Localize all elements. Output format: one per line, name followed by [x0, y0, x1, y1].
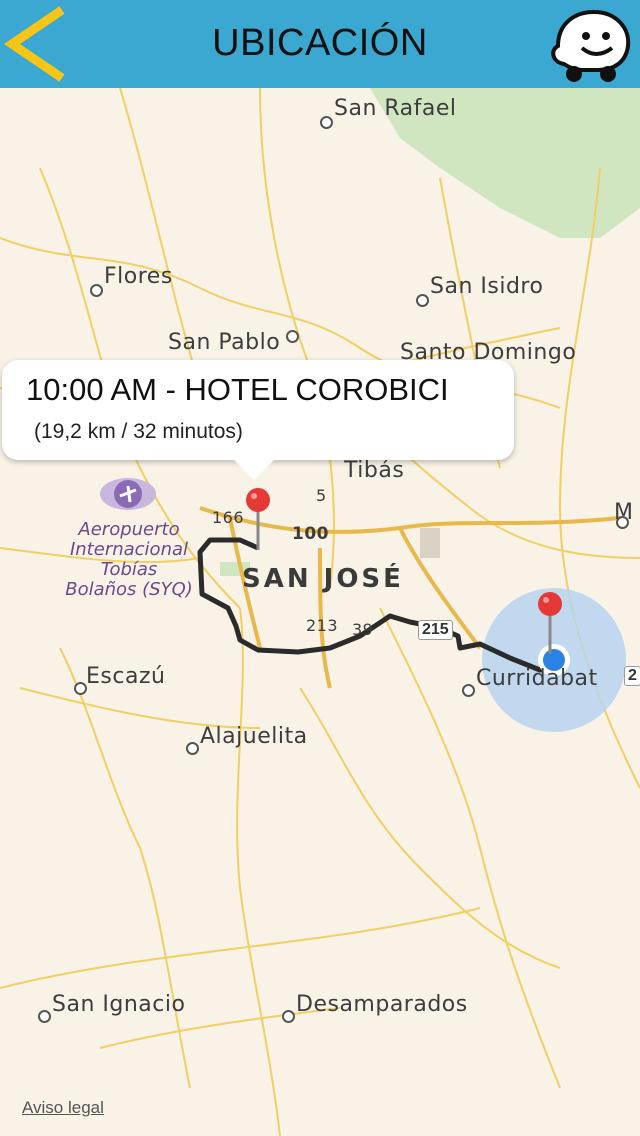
- road-label-166: 166: [212, 508, 245, 527]
- road-badge-2: 2: [624, 666, 640, 686]
- route-callout[interactable]: 10:00 AM - HOTEL COROBICI (19,2 km / 32 …: [2, 360, 514, 480]
- road-label-5: 5: [316, 486, 327, 505]
- road-label-213: 213: [306, 616, 339, 635]
- edge-place-dot: [616, 516, 629, 529]
- airport-label: Aeropuerto Internacional Tobías Bolaños …: [65, 519, 193, 600]
- waze-button[interactable]: [544, 6, 634, 86]
- waze-icon: [551, 9, 631, 82]
- road-label-39: 39: [352, 620, 374, 639]
- map-view[interactable]: San Rafael Flores San Isidro San Pablo S…: [0, 88, 640, 1136]
- city-label: SAN JOSÉ: [242, 564, 404, 594]
- callout-title: 10:00 AM - HOTEL COROBICI: [26, 372, 449, 407]
- map-roads: [0, 88, 640, 1136]
- callout-subtitle: (19,2 km / 32 minutos): [34, 420, 243, 443]
- road-label-100: 100: [292, 524, 329, 544]
- road-badge-215: 215: [418, 620, 453, 640]
- navigation-bar: UBICACIÓN: [0, 0, 640, 88]
- legal-link[interactable]: Aviso legal: [22, 1098, 104, 1118]
